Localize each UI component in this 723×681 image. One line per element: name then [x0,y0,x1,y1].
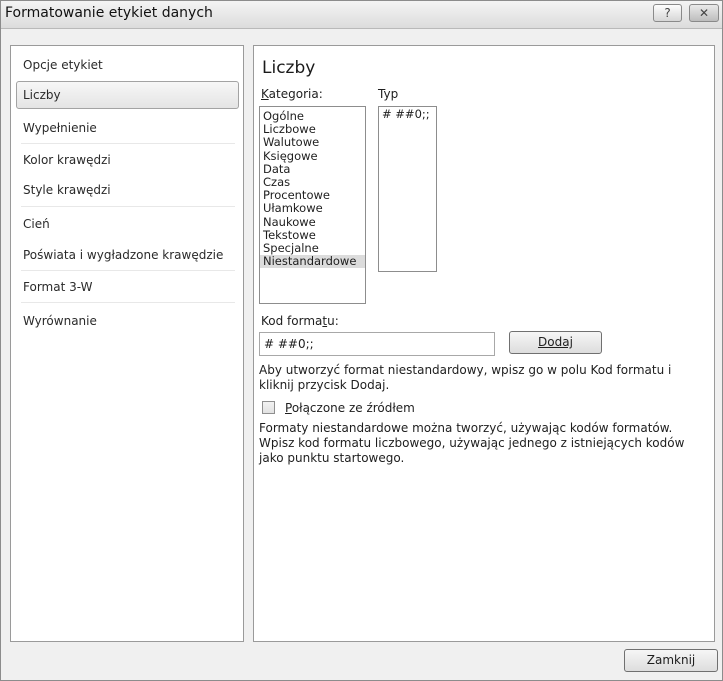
list-item[interactable]: Naukowe [260,215,365,229]
nav-divider [21,143,235,144]
nav-item-border-styles[interactable]: Style krawędzi [16,176,239,204]
help-icon: ? [664,6,671,20]
help-button[interactable]: ? [653,4,682,22]
category-nav-panel: Opcje etykiet Liczby Wypełnienie Kolor k… [10,45,244,642]
window-title: Formatowanie etykiet danych [5,5,213,21]
nav-divider [21,302,235,303]
info-text: Formaty niestandardowe można tworzyć, uż… [259,421,685,465]
nav-item-3d-format[interactable]: Format 3-W [16,273,239,301]
type-label: Typ [378,87,399,101]
nav-item-alignment[interactable]: Wyrównanie [16,307,239,335]
type-listbox[interactable]: # ##0;; [378,106,437,272]
add-button[interactable]: Dodaj [509,331,602,354]
list-item[interactable]: Data [260,162,365,176]
format-code-input[interactable]: # ##0;; [259,332,495,356]
section-heading: Liczby [262,58,316,78]
nav-divider [21,270,235,271]
format-data-labels-dialog: Formatowanie etykiet danych ? ✕ Opcje et… [0,0,723,681]
nav-item-glow-soft-edges[interactable]: Poświata i wygładzone krawędzie [16,241,239,269]
list-item-selected[interactable]: Niestandardowe [260,254,365,269]
list-item[interactable]: Walutowe [260,136,365,149]
close-icon: ✕ [698,6,710,20]
linked-to-source-checkbox[interactable] [262,401,275,414]
hint-text: Aby utworzyć format niestandardowy, wpis… [259,363,672,392]
close-button[interactable]: Zamknij [624,649,718,672]
numbers-settings-panel: Liczby Kategoria: Typ Ogólne Liczbowe Wa… [253,45,715,642]
nav-item-label-options[interactable]: Opcje etykiet [16,51,239,79]
window-close-button[interactable]: ✕ [689,4,719,22]
type-list-item[interactable]: # ##0;; [379,107,436,122]
nav-item-fill[interactable]: Wypełnienie [16,114,239,142]
list-item[interactable]: Księgowe [260,149,365,163]
linked-to-source-label[interactable]: Połączone ze źródłem [285,401,415,415]
title-bar: Formatowanie etykiet danych ? ✕ [1,1,722,29]
nav-item-shadow[interactable]: Cień [16,210,239,238]
nav-divider [21,206,235,207]
nav-item-numbers[interactable]: Liczby [16,81,239,109]
list-item[interactable]: Ułamkowe [260,202,365,215]
category-listbox[interactable]: Ogólne Liczbowe Walutowe Księgowe Data C… [259,106,366,304]
format-code-label: Kod formatu: [261,314,339,328]
nav-item-border-color[interactable]: Kolor krawędzi [16,146,239,174]
list-item[interactable]: Tekstowe [260,228,365,242]
category-label: Kategoria: [261,87,323,101]
